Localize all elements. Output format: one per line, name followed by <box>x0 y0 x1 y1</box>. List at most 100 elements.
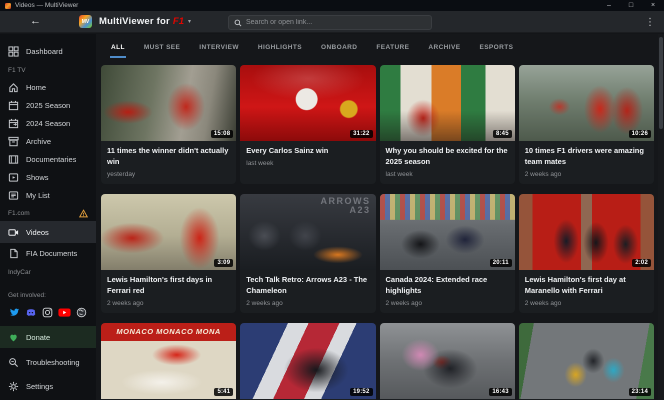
app-header: ← MV MultiViewer for F1 ▾ ⋮ <box>0 11 664 33</box>
tab-archive[interactable]: ARCHIVE <box>427 40 461 58</box>
globe-icon[interactable] <box>76 307 87 318</box>
video-card[interactable]: 2:02 Lewis Hamilton's first day at Maran… <box>518 193 654 313</box>
video-camera-icon <box>8 228 19 236</box>
back-button[interactable]: ← <box>30 16 41 27</box>
video-card[interactable]: 3:09 Lewis Hamilton's first days in Ferr… <box>101 193 237 313</box>
search-input[interactable] <box>246 19 426 26</box>
video-card[interactable]: 23:14 Brazil 2024: Extended race highlig… <box>518 322 654 400</box>
sidebar-item-documentaries[interactable]: Documentaries <box>0 150 96 168</box>
video-card[interactable]: MONACO MONACO MONA 5:41 Funniest moments… <box>101 322 237 400</box>
thumbnail-overlay-text: ARROWS A23 <box>320 195 371 216</box>
sidebar-section-indycar: IndyCar <box>0 265 96 280</box>
more-menu-icon[interactable]: ⋮ <box>645 15 655 30</box>
twitter-icon[interactable] <box>9 307 20 318</box>
duration-badge: 23:14 <box>628 387 651 396</box>
maximize-button[interactable]: □ <box>620 0 642 11</box>
video-title: 11 times the winner didn't actually win <box>107 146 229 166</box>
tab-esports[interactable]: ESPORTS <box>478 40 514 58</box>
multiviewer-logo: MV <box>79 15 92 28</box>
video-card[interactable]: ARROWS A23 Tech Talk Retro: Arrows A23 -… <box>240 193 376 313</box>
tab-onboard[interactable]: ONBOARD <box>320 40 358 58</box>
calendar-icon <box>8 100 19 110</box>
warning-icon <box>79 209 88 218</box>
tab-highlights[interactable]: HIGHLIGHTS <box>257 40 303 58</box>
duration-badge: 8:45 <box>492 130 512 138</box>
close-button[interactable]: × <box>642 0 664 11</box>
list-icon <box>8 190 19 200</box>
tab-must-see[interactable]: MUST SEE <box>143 40 181 58</box>
sidebar-item-label: Home <box>26 82 47 92</box>
tab-feature[interactable]: FEATURE <box>375 40 410 58</box>
vertical-scrollbar[interactable] <box>658 34 664 400</box>
search-bar[interactable] <box>228 15 432 30</box>
video-card[interactable]: 20:11 Canada 2024: Extended race highlig… <box>379 193 515 313</box>
home-icon <box>9 82 18 92</box>
duration-badge: 3:09 <box>214 258 234 267</box>
video-card[interactable]: 19:52 Great Britain 2024: Extended race … <box>240 322 376 400</box>
video-grid: 15:08 11 times the winner didn't actuall… <box>101 65 654 400</box>
video-card[interactable]: 31:22 Every Carlos Sainz win last week <box>240 65 376 184</box>
duration-badge: 5:41 <box>214 387 234 396</box>
video-thumbnail: 8:45 <box>379 65 515 141</box>
sidebar-item-archive[interactable]: Archive <box>0 132 96 150</box>
video-age: yesterday <box>107 170 136 178</box>
sidebar-item-label: Videos <box>26 227 49 237</box>
sidebar-item-dashboard[interactable]: Dashboard <box>0 41 96 61</box>
video-thumbnail: 23:14 <box>518 322 654 399</box>
video-thumbnail: 19:52 <box>240 322 376 399</box>
sidebar-item-donate[interactable]: Donate <box>0 326 96 348</box>
duration-badge: 20:11 <box>489 258 512 267</box>
video-age: 2 weeks ago <box>107 299 144 307</box>
app-title: MultiViewer for <box>99 16 170 27</box>
search-icon <box>234 19 242 26</box>
sidebar-item-my-list[interactable]: My List <box>0 186 96 204</box>
video-card[interactable]: 16:43 Top 20 best overtakes and battles … <box>379 322 515 400</box>
sidebar-item-label: Settings <box>26 381 54 391</box>
video-title: Tech Talk Retro: Arrows A23 - The Chamel… <box>246 274 368 295</box>
instagram-icon[interactable] <box>42 307 53 318</box>
duration-badge: 16:43 <box>489 387 512 396</box>
sidebar-item-label: Archive <box>26 136 52 146</box>
sidebar-item-troubleshooting[interactable]: Troubleshooting <box>0 352 96 372</box>
video-title: 10 times F1 drivers were amazing team ma… <box>524 146 644 166</box>
video-thumbnail: 16:43 <box>379 322 515 399</box>
video-thumbnail: 10:26 <box>518 65 654 141</box>
youtube-icon[interactable] <box>58 307 71 318</box>
video-card[interactable]: 8:45 Why you should be excited for the 2… <box>379 65 515 184</box>
sidebar-item-2025-season[interactable]: 2025 Season <box>0 96 96 114</box>
tab-interview[interactable]: INTERVIEW <box>198 40 240 58</box>
sidebar-item-videos[interactable]: Videos <box>0 221 96 243</box>
sidebar-item-shows[interactable]: Shows <box>0 168 96 186</box>
minimize-button[interactable]: – <box>598 0 620 11</box>
video-card[interactable]: 10:26 10 times F1 drivers were amazing t… <box>518 65 654 184</box>
section-label: F1 TV <box>8 67 26 74</box>
video-thumbnail: 20:11 <box>379 193 515 270</box>
section-label: IndyCar <box>8 269 31 276</box>
video-age: 2 weeks ago <box>385 299 423 307</box>
sidebar-item-fia-documents[interactable]: FIA Documents <box>0 243 96 263</box>
sidebar-section-f1tv: F1 TV <box>0 63 96 78</box>
video-title: Why you should be excited for the 2025 s… <box>385 146 508 166</box>
video-title: Canada 2024: Extended race highlights <box>385 274 488 295</box>
duration-badge: 15:08 <box>210 130 234 138</box>
chevron-down-icon[interactable]: ▾ <box>188 18 191 25</box>
duration-badge: 10:26 <box>628 130 651 138</box>
video-card[interactable]: 15:08 11 times the winner didn't actuall… <box>101 65 237 184</box>
sidebar-item-label: 2024 Season <box>26 118 71 128</box>
tab-all[interactable]: ALL <box>110 40 126 58</box>
video-thumbnail: 31:22 <box>240 65 376 141</box>
sidebar-item-label: Dashboard <box>26 46 63 56</box>
sidebar-item-home[interactable]: Home <box>0 78 96 96</box>
troubleshoot-icon <box>9 357 19 367</box>
sidebar-item-settings[interactable]: Settings <box>0 376 96 396</box>
get-involved-label: Get involved: <box>8 291 46 299</box>
sidebar: Dashboard F1 TV Home 2025 Season 2024 Se… <box>0 34 96 400</box>
archive-box-icon <box>8 136 19 146</box>
discord-icon[interactable] <box>25 307 37 318</box>
donate-heart-icon <box>10 334 17 341</box>
sidebar-item-2024-season[interactable]: 2024 Season <box>0 114 96 132</box>
window-titlebar: Videos — MultiViewer – □ × <box>0 0 664 11</box>
social-links <box>0 302 96 322</box>
sidebar-item-label: 2025 Season <box>26 100 71 110</box>
scrollbar-thumb[interactable] <box>659 37 663 129</box>
